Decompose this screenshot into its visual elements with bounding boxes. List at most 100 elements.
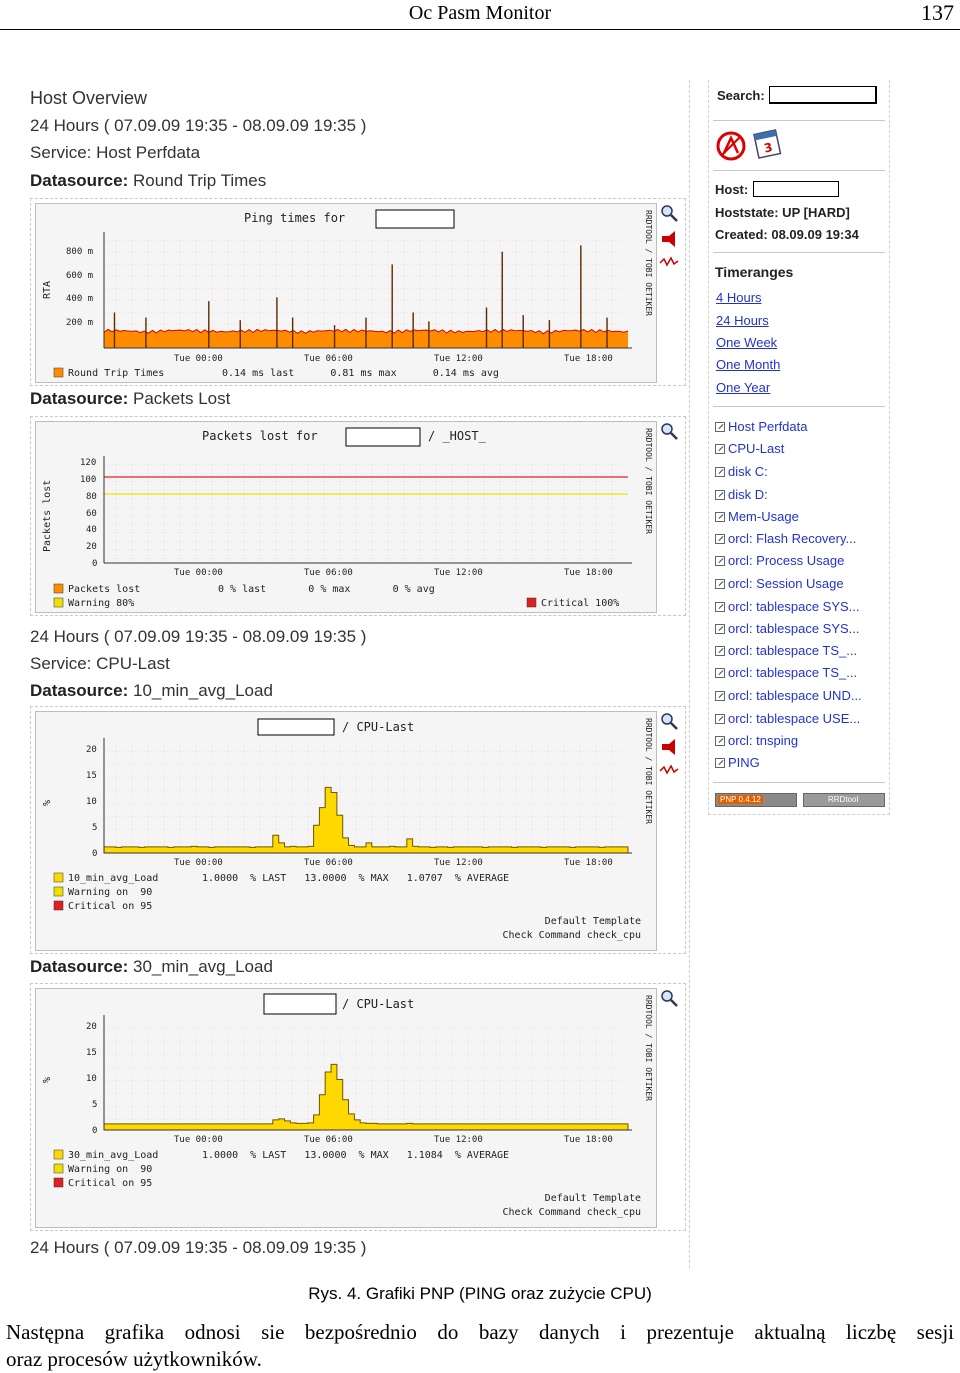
graph-cpu10-ylabel: %	[42, 800, 53, 806]
redacted-hostname	[345, 427, 421, 447]
calendar-icon[interactable]: 3	[751, 126, 783, 160]
timerange-one-week[interactable]: One Week	[716, 335, 777, 350]
graph-icon[interactable]	[659, 255, 679, 269]
ytick: 5	[92, 1100, 97, 1110]
created: Created: 08.09.09 19:34	[715, 227, 859, 242]
legend-critical: Critical on 95	[68, 1178, 152, 1189]
graph-cpu30[interactable]: / CPU-Last % 20 15 10 5 0 Tue 00:00 Tue …	[35, 988, 657, 1228]
service-link[interactable]: Host Perfdata	[715, 419, 808, 434]
external-link-icon	[715, 602, 725, 612]
legend-swatch-load	[53, 872, 64, 883]
pdf-icon[interactable]	[659, 229, 679, 249]
service-link[interactable]: orcl: Process Usage	[715, 553, 844, 568]
service-link[interactable]: orcl: tablespace SYS...	[715, 599, 860, 614]
graph-ping-yticks: 800 m 600 m 400 m 200 m	[66, 247, 93, 328]
pnp-version-badge[interactable]: PNP 0.4.12	[715, 793, 797, 807]
graph-check-command: Check Command check_cpu	[503, 1207, 641, 1218]
ytick: 20	[86, 1022, 97, 1032]
xtick: Tue 00:00	[174, 354, 223, 364]
external-link-icon	[715, 512, 725, 522]
timerange-24-hours[interactable]: 24 Hours	[716, 313, 769, 328]
legend-swatch-lost	[53, 583, 64, 594]
legend-swatch-critical	[526, 597, 537, 608]
graph-packets-title-suffix: / _HOST_	[428, 429, 487, 443]
legend-swatch-load	[53, 1149, 64, 1160]
service-link-label: orcl: tablespace SYS...	[728, 599, 860, 614]
service-link[interactable]: orcl: tnsping	[715, 733, 798, 748]
graph-cpu10-xticks: Tue 00:00 Tue 06:00 Tue 12:00 Tue 18:00	[174, 858, 613, 868]
legend-load-name: 10_min_avg_Load	[68, 873, 158, 884]
zoom-icon[interactable]	[659, 711, 679, 731]
service-link-label: orcl: tablespace TS_...	[728, 665, 858, 680]
xtick: Tue 18:00	[564, 858, 613, 868]
ytick: 120	[80, 458, 96, 468]
service-link[interactable]: orcl: tablespace SYS...	[715, 621, 860, 636]
service-link[interactable]: orcl: Session Usage	[715, 576, 844, 591]
redacted-hostname	[257, 718, 335, 736]
graph-icon[interactable]	[659, 763, 679, 777]
zoom-icon[interactable]	[659, 421, 679, 441]
datasource-value: Packets Lost	[133, 389, 231, 408]
divider	[713, 252, 885, 253]
search-input[interactable]	[769, 86, 878, 104]
graph-template: Default Template	[545, 1193, 641, 1204]
graph-check-command: Check Command check_cpu	[503, 930, 641, 941]
pnp-screenshot: Host Overview 24 Hours ( 07.09.09 19:35 …	[22, 80, 892, 1268]
service-link[interactable]: orcl: tablespace TS_...	[715, 643, 857, 658]
pdf-export-icon[interactable]	[715, 130, 747, 162]
ytick: 200 m	[66, 318, 93, 328]
external-link-icon	[715, 422, 725, 432]
graph-cpu10-actions	[659, 711, 681, 783]
external-link-icon	[715, 691, 725, 701]
service-link[interactable]: orcl: tablespace TS_...	[715, 665, 857, 680]
service-link[interactable]: orcl: tablespace USE...	[715, 711, 860, 726]
service-link[interactable]: CPU-Last	[715, 441, 784, 456]
xtick: Tue 00:00	[174, 858, 223, 868]
ytick: 800 m	[66, 247, 93, 257]
external-link-icon	[715, 444, 725, 454]
timerange-4-hours[interactable]: 4 Hours	[716, 290, 762, 305]
pdf-icon[interactable]	[659, 737, 679, 757]
service-link[interactable]: orcl: Flash Recovery...	[715, 531, 856, 546]
service-link[interactable]: orcl: tablespace UND...	[715, 688, 862, 703]
xtick: Tue 06:00	[304, 568, 353, 578]
ytick: 400 m	[66, 294, 93, 304]
redacted-hostname	[263, 993, 337, 1015]
service-link[interactable]: disk C:	[715, 464, 768, 479]
graph-ping-actions	[659, 203, 681, 275]
ytick: 20	[86, 542, 97, 552]
legend-swatch-warning	[53, 886, 64, 897]
zoom-icon[interactable]	[659, 203, 679, 223]
graph-ping[interactable]: Ping times for RTA 800 m 600 m 400 m 200…	[35, 203, 657, 383]
rrdtool-badge[interactable]: RRDtool	[803, 793, 885, 807]
graph-cpu10-container: / CPU-Last % 20 15 10 5 0 Tue 00:00 Tue …	[30, 706, 686, 954]
service-link[interactable]: PING	[715, 755, 760, 770]
graph-ping-title: Ping times for	[244, 211, 345, 225]
timerange-one-month[interactable]: One Month	[716, 357, 780, 372]
graph-cpu10-plot-area	[104, 742, 628, 853]
legend-critical: Critical on 95	[68, 901, 152, 912]
timerange-middle: 24 Hours ( 07.09.09 19:35 - 08.09.09 19:…	[30, 627, 367, 646]
service-link[interactable]: disk D:	[715, 487, 768, 502]
timeranges-title: Timeranges	[715, 264, 794, 280]
legend-load-name: 30_min_avg_Load	[68, 1150, 158, 1161]
graph-cpu10[interactable]: / CPU-Last % 20 15 10 5 0 Tue 00:00 Tue …	[35, 711, 657, 951]
pnp-main-panel: Host Overview 24 Hours ( 07.09.09 19:35 …	[22, 80, 690, 1268]
legend-rtt-name: Round Trip Times	[68, 368, 164, 379]
graph-packets-actions	[659, 421, 681, 447]
datasource-packets: Datasource: Packets Lost	[30, 389, 230, 409]
graph-packets-svg: Packets lost for / _HOST_ Packets lost 1…	[42, 427, 653, 609]
legend-rtt-stats: 0.14 ms last 0.81 ms max 0.14 ms avg	[222, 368, 499, 379]
legend-load-stats: 1.0000 % LAST 13.0000 % MAX 1.1084 % AVE…	[202, 1150, 509, 1161]
datasource-value: 30_min_avg_Load	[133, 957, 273, 976]
service-link[interactable]: Mem-Usage	[715, 509, 799, 524]
zoom-icon[interactable]	[659, 988, 679, 1008]
timerange-one-year[interactable]: One Year	[716, 380, 770, 395]
service-link-label: CPU-Last	[728, 441, 785, 456]
pnp-sidebar: Search: 3 Host: Hoststate: UP [HARD] Cre…	[708, 80, 890, 815]
ytick: 20	[86, 745, 97, 755]
graph-ping-svg: Ping times for RTA 800 m 600 m 400 m 200…	[42, 209, 653, 379]
xtick: Tue 12:00	[434, 568, 483, 578]
graph-packets[interactable]: Packets lost for / _HOST_ Packets lost 1…	[35, 421, 657, 613]
ytick: 40	[86, 525, 97, 535]
